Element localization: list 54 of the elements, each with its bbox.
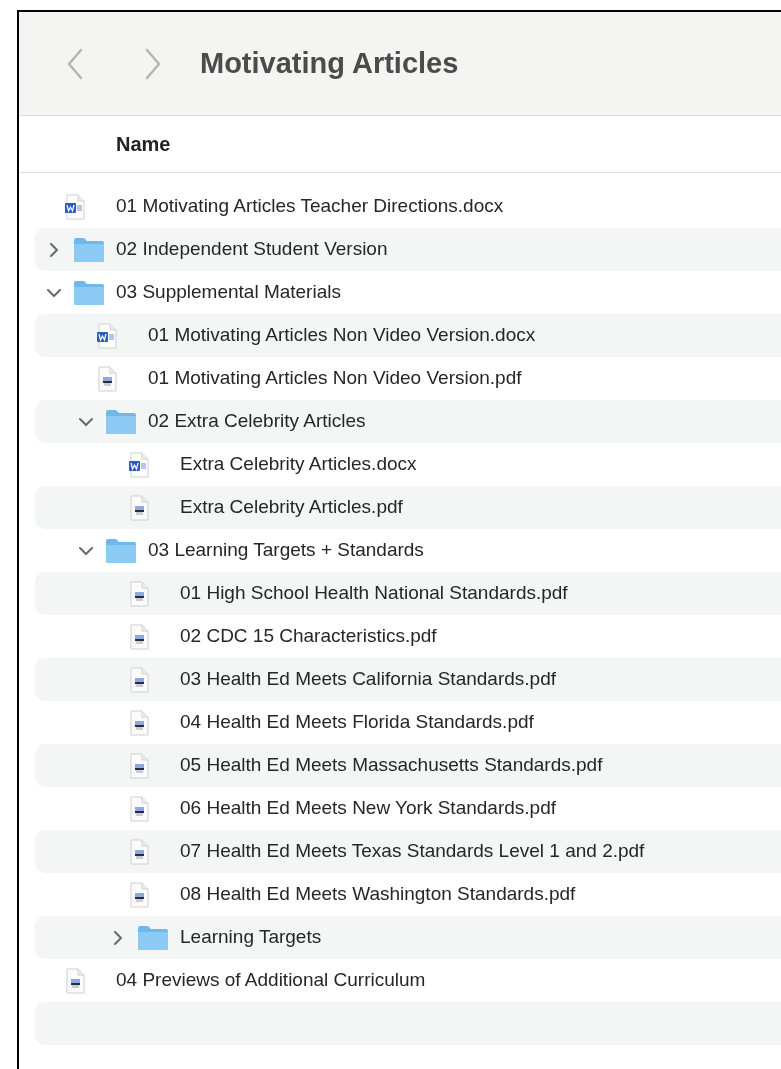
file-name[interactable]: 04 Previews of Additional Curriculum bbox=[116, 966, 426, 995]
folder-name[interactable]: 02 Independent Student Version bbox=[116, 235, 388, 264]
file-row[interactable]: 07 Health Ed Meets Texas Standards Level 1 and 2.pdf bbox=[35, 830, 781, 873]
folder-name[interactable]: 03 Learning Targets + Standards bbox=[148, 536, 424, 565]
file-name[interactable]: Extra Celebrity Articles.pdf bbox=[180, 493, 403, 522]
file-name[interactable]: 06 Health Ed Meets New York Standards.pdf bbox=[180, 794, 556, 823]
file-row[interactable]: Learning Targets bbox=[35, 916, 781, 959]
collapse-chevron-icon[interactable] bbox=[79, 545, 93, 556]
pdf-document-icon bbox=[129, 881, 149, 908]
file-name[interactable]: 01 Motivating Articles Teacher Directions.docx bbox=[116, 192, 504, 221]
expand-chevron-icon[interactable] bbox=[49, 242, 59, 257]
pdf-document-icon bbox=[129, 709, 149, 736]
pdf-document-icon bbox=[97, 365, 117, 392]
file-row[interactable]: 01 High School Health National Standards.pdf bbox=[35, 572, 781, 615]
folder-name[interactable]: 03 Supplemental Materials bbox=[116, 278, 341, 307]
pdf-document-icon bbox=[129, 666, 149, 693]
file-row[interactable]: 02 Independent Student Version bbox=[35, 228, 781, 271]
word-document-icon bbox=[129, 451, 149, 478]
column-header[interactable]: Name bbox=[116, 129, 171, 159]
word-document-icon bbox=[97, 322, 117, 349]
folder-icon bbox=[137, 924, 169, 951]
folder-icon bbox=[73, 279, 105, 306]
file-name[interactable]: 02 CDC 15 Characteristics.pdf bbox=[180, 622, 437, 651]
window-title: Motivating Articles bbox=[200, 45, 459, 81]
file-row[interactable]: 01 Motivating Articles Non Video Version.docx bbox=[35, 314, 781, 357]
pdf-document-icon bbox=[129, 494, 149, 521]
folder-name[interactable]: 02 Extra Celebrity Articles bbox=[148, 407, 366, 436]
file-name[interactable]: 01 Motivating Articles Non Video Version.pdf bbox=[148, 364, 522, 393]
expand-chevron-icon[interactable] bbox=[113, 930, 123, 945]
pdf-document-icon bbox=[129, 752, 149, 779]
file-name[interactable]: 04 Health Ed Meets Florida Standards.pdf bbox=[180, 708, 534, 737]
pdf-document-icon bbox=[129, 623, 149, 650]
file-name[interactable]: 05 Health Ed Meets Massachusetts Standards.pdf bbox=[180, 751, 603, 780]
file-name[interactable]: 01 High School Health National Standards.pdf bbox=[180, 579, 568, 608]
file-row[interactable]: 02 Extra Celebrity Articles bbox=[35, 400, 781, 443]
file-row[interactable]: 03 Health Ed Meets California Standards.pdf bbox=[35, 658, 781, 701]
collapse-chevron-icon[interactable] bbox=[79, 416, 93, 427]
pdf-document-icon bbox=[129, 580, 149, 607]
file-name[interactable]: 03 Health Ed Meets California Standards.pdf bbox=[180, 665, 556, 694]
pdf-document-icon bbox=[129, 838, 149, 865]
folder-name[interactable]: Learning Targets bbox=[180, 923, 322, 952]
folder-icon bbox=[105, 537, 137, 564]
folder-icon bbox=[105, 408, 137, 435]
file-name[interactable]: Extra Celebrity Articles.docx bbox=[180, 450, 417, 479]
pdf-document-icon bbox=[65, 967, 85, 994]
file-row[interactable]: 05 Health Ed Meets Massachusetts Standards.pdf bbox=[35, 744, 781, 787]
file-name[interactable]: 08 Health Ed Meets Washington Standards.pdf bbox=[180, 880, 576, 909]
file-row[interactable]: Extra Celebrity Articles.pdf bbox=[35, 486, 781, 529]
file-name[interactable]: 07 Health Ed Meets Texas Standards Level 1 and 2.pdf bbox=[180, 837, 645, 866]
file-name[interactable]: 01 Motivating Articles Non Video Version.docx bbox=[148, 321, 536, 350]
collapse-chevron-icon[interactable] bbox=[47, 287, 61, 298]
word-document-icon bbox=[65, 193, 85, 220]
pdf-document-icon bbox=[129, 795, 149, 822]
folder-icon bbox=[73, 236, 105, 263]
